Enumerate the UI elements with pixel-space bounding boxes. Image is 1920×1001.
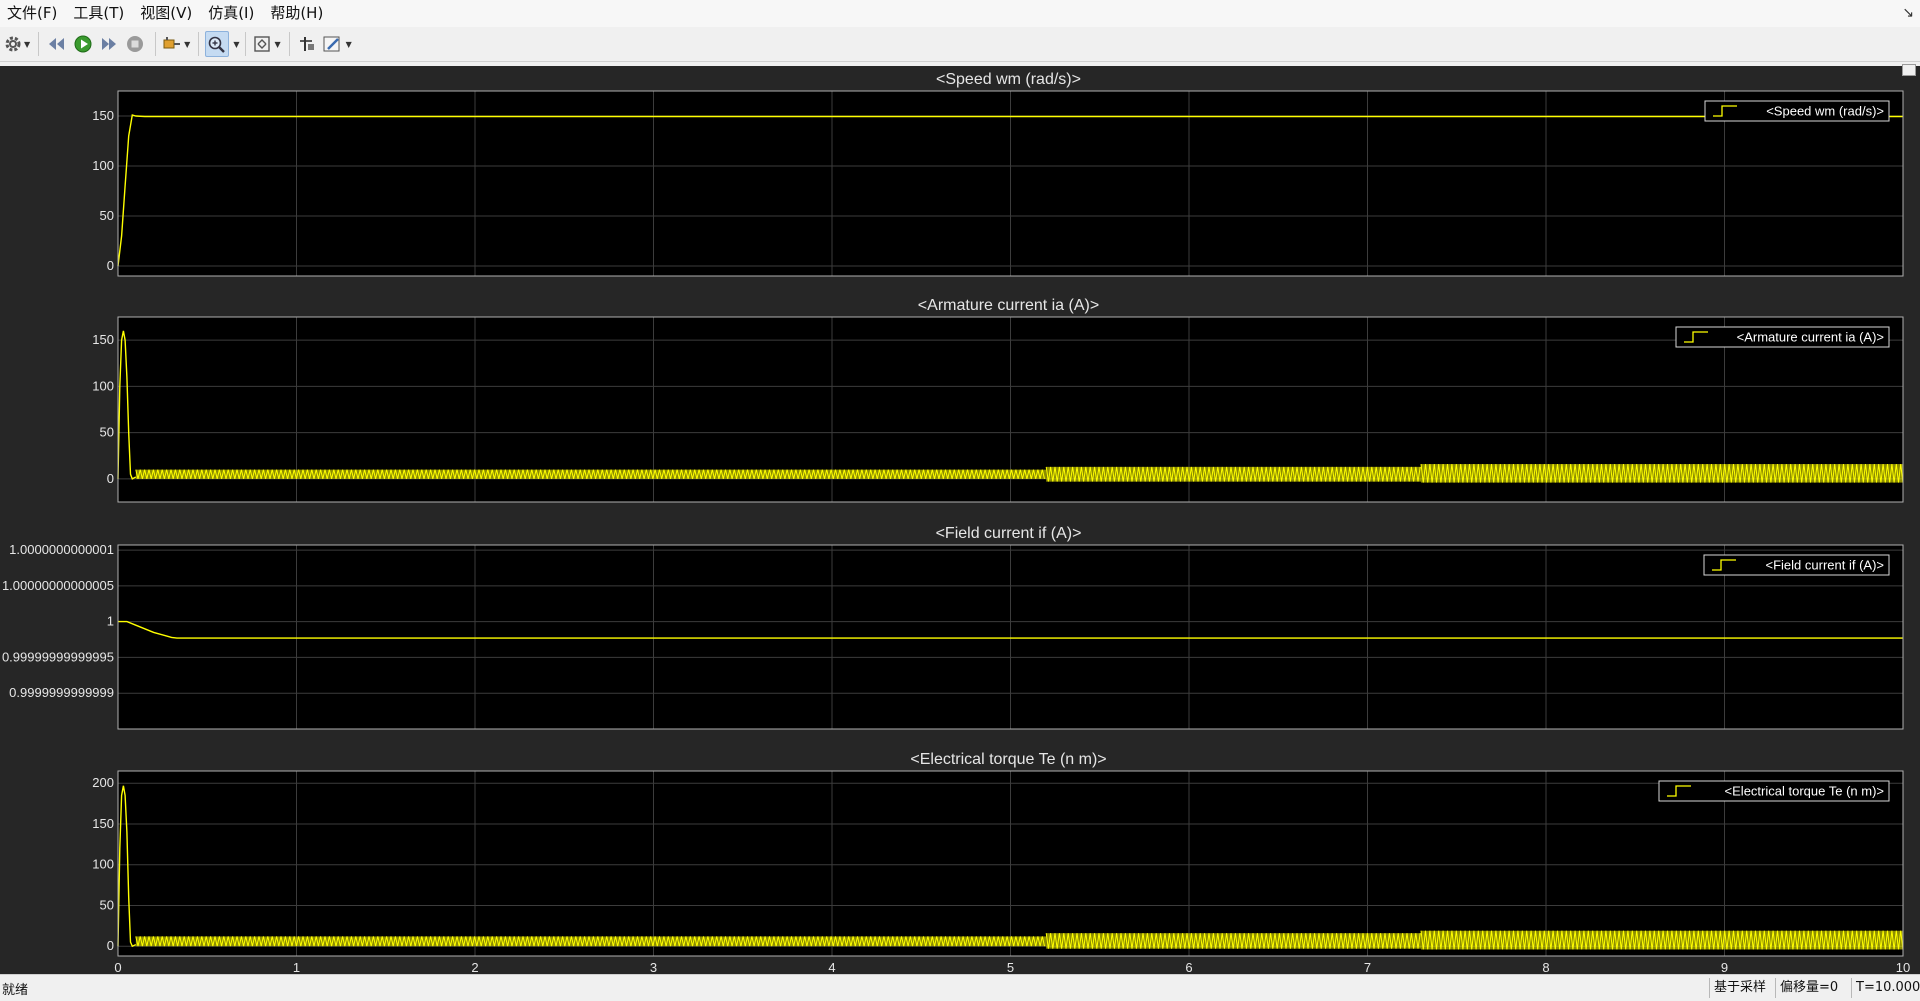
y-tick-label: 150: [92, 332, 114, 347]
simulation-time: T=10.000: [1851, 978, 1920, 998]
step-back-icon: [49, 38, 65, 50]
scope-axes-4: 050100150200<Electrical torque Te (n m)>…: [92, 751, 1910, 974]
x-tick-label: 10: [1896, 960, 1910, 974]
settings-icon: [5, 36, 21, 52]
y-tick-label: 0: [107, 258, 114, 273]
run-icon: [74, 35, 92, 53]
y-tick-label: 1.00000000000005: [2, 578, 114, 593]
y-tick-label: 200: [92, 775, 114, 790]
toolbar: ▼ ▼ ▼ ▼ ▼: [0, 27, 1920, 62]
zoom-in-button[interactable]: [205, 31, 230, 57]
menu-simulation[interactable]: 仿真(I): [201, 0, 263, 27]
autoscale-icon: [254, 36, 271, 52]
axes-title: <Electrical torque Te (n m)>: [910, 751, 1106, 768]
step-forward-button[interactable]: [97, 31, 121, 57]
autoscale-button[interactable]: ▼: [252, 31, 281, 57]
toolbar-divider: [245, 32, 247, 56]
y-tick-label: 1: [107, 614, 114, 629]
axes-title: <Armature current ia (A)>: [918, 297, 1099, 314]
y-tick-label: 50: [100, 897, 114, 912]
series-ripple-band: [1046, 466, 1422, 482]
y-tick-label: 0: [107, 938, 114, 953]
series-ripple-band: [1046, 933, 1422, 949]
legend: <Field current if (A)>: [1703, 554, 1890, 576]
y-tick-label: 50: [100, 425, 114, 440]
axes-title: <Speed wm (rad/s)>: [936, 71, 1081, 88]
highlight-signal-button[interactable]: ▼: [162, 31, 190, 57]
cursor-measure-icon: [299, 37, 314, 51]
x-tick-label: 7: [1364, 960, 1371, 974]
y-tick-label: 50: [100, 208, 114, 223]
legend: <Speed wm (rad/s)>: [1704, 100, 1890, 122]
y-tick-label: 150: [92, 108, 114, 123]
legend-label: <Armature current ia (A)>: [1737, 330, 1884, 345]
style-edit-icon: [323, 36, 340, 52]
x-tick-label: 0: [114, 960, 121, 974]
y-tick-label: 150: [92, 816, 114, 831]
legend: <Electrical torque Te (n m)>: [1658, 780, 1890, 802]
legend-label: <Field current if (A)>: [1766, 558, 1885, 573]
x-tick-label: 9: [1721, 960, 1728, 974]
menu-help[interactable]: 帮助(H): [263, 0, 332, 27]
series-ripple-band: [1421, 930, 1903, 950]
sampling-mode: 基于采样: [1709, 978, 1775, 998]
cursor-measure-button[interactable]: [296, 31, 320, 57]
x-tick-label: 1: [293, 960, 300, 974]
scope-axes-1: 0 50 100 150 <Speed wm (rad/s)> <Speed wm (ra…: [92, 71, 1904, 277]
scope-axes-3: 0.9999999999999 0.99999999999995 1 1.000000…: [2, 525, 1904, 730]
x-tick-label: 3: [650, 960, 657, 974]
toolbar-divider: [198, 32, 200, 56]
x-tick-label: 8: [1542, 960, 1549, 974]
chevron-down-icon[interactable]: ▼: [24, 40, 30, 49]
legend: <Armature current ia (A)>: [1675, 326, 1890, 348]
toolbar-divider: [288, 32, 290, 56]
series-ripple-band: [1421, 464, 1903, 483]
stop-button[interactable]: [123, 31, 147, 57]
y-tick-label: 0.99999999999995: [2, 649, 114, 664]
chevron-down-icon[interactable]: ▼: [233, 40, 239, 49]
series-ripple-band: [135, 936, 1047, 947]
x-tick-label: 6: [1185, 960, 1192, 974]
x-tick-label: 5: [1007, 960, 1014, 974]
toolbar-divider: [155, 32, 157, 56]
y-tick-label: 0.9999999999999: [9, 685, 114, 700]
y-tick-label: 1.0000000000001: [9, 542, 114, 557]
menu-view[interactable]: 视图(V): [133, 0, 201, 27]
y-tick-label: 100: [92, 158, 114, 173]
run-button[interactable]: [71, 31, 95, 57]
y-tick-label: 100: [92, 378, 114, 393]
scope-plot-area: 050100150<Speed wm (rad/s)><Speed wm (ra…: [2, 71, 1910, 974]
menu-tools[interactable]: 工具(T): [66, 0, 133, 27]
scope-axes-2: 0 50 100 150 <Armature current ia (A)> <Armat…: [92, 297, 1904, 503]
restore-window-icon[interactable]: ↘: [1902, 5, 1914, 21]
menu-file[interactable]: 文件(F): [0, 0, 66, 27]
x-tick-label: 4: [828, 960, 835, 974]
menu-bar: 文件(F) 工具(T) 视图(V) 仿真(I) 帮助(H) ↘: [0, 0, 1920, 27]
step-back-button[interactable]: [45, 31, 69, 57]
toolbar-divider: [38, 32, 40, 56]
stop-icon: [127, 36, 144, 52]
axes-title: <Field current if (A)>: [936, 525, 1082, 542]
series-ripple-band: [135, 469, 1047, 479]
chevron-down-icon[interactable]: ▼: [184, 40, 190, 49]
step-forward-icon: [102, 38, 117, 50]
zoom-in-icon: [209, 36, 226, 53]
time-offset: 偏移量=0: [1775, 978, 1851, 998]
highlight-signal-icon: [163, 37, 181, 49]
chevron-down-icon[interactable]: ▼: [274, 40, 280, 49]
status-text: 就绪: [2, 983, 29, 998]
y-tick-label: 100: [92, 857, 114, 872]
legend-label: <Electrical torque Te (n m)>: [1725, 784, 1884, 799]
legend-label: <Speed wm (rad/s)>: [1766, 104, 1884, 119]
status-bar: 就绪 基于采样 偏移量=0 T=10.000: [0, 974, 1920, 1001]
x-tick-label: 2: [471, 960, 478, 974]
y-tick-label: 0: [107, 471, 114, 486]
style-edit-button[interactable]: ▼: [322, 31, 352, 57]
chevron-down-icon[interactable]: ▼: [346, 40, 352, 49]
settings-button[interactable]: ▼: [4, 31, 30, 57]
